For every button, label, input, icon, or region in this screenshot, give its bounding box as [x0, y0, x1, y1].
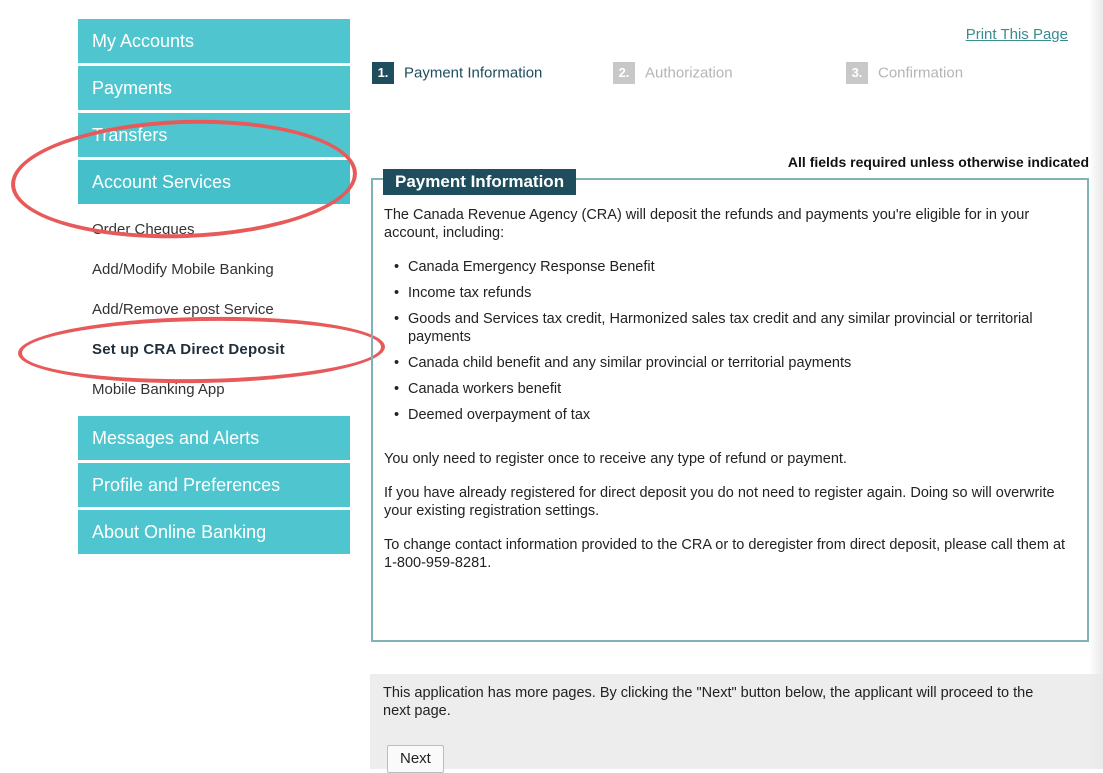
submenu-item-epost[interactable]: Add/Remove epost Service	[78, 290, 350, 330]
navigation-footer: This application has more pages. By clic…	[370, 674, 1103, 773]
list-item: Canada Emergency Response Benefit	[394, 258, 1074, 276]
payment-information-body: The Canada Revenue Agency (CRA) will dep…	[384, 206, 1074, 588]
print-page-link[interactable]: Print This Page	[966, 26, 1068, 43]
sidebar-item-account-services[interactable]: Account Services	[78, 160, 350, 204]
scroll-edge-shadow	[1089, 0, 1103, 769]
more-pages-note: This application has more pages. By clic…	[383, 685, 1034, 719]
sidebar-nav: My Accounts Payments Transfers Account S…	[78, 19, 350, 557]
list-item: Goods and Services tax credit, Harmonize…	[394, 310, 1074, 346]
intro-paragraph: The Canada Revenue Agency (CRA) will dep…	[384, 207, 1030, 241]
step-label: Authorization	[645, 64, 733, 82]
sidebar-item-profile-preferences[interactable]: Profile and Preferences	[78, 463, 350, 507]
step-confirmation: 3. Confirmation	[846, 62, 963, 84]
list-item: Deemed overpayment of tax	[394, 406, 1074, 424]
step-payment-information: 1. Payment Information	[372, 62, 542, 84]
change-contact-paragraph: To change contact information provided t…	[384, 537, 1066, 571]
step-number-badge: 1.	[372, 62, 394, 84]
list-item: Canada workers benefit	[394, 380, 1074, 398]
step-authorization: 2. Authorization	[613, 62, 733, 84]
eligible-payments-list: Canada Emergency Response Benefit Income…	[384, 258, 1074, 424]
step-number-badge: 2.	[613, 62, 635, 84]
required-fields-note: All fields required unless otherwise ind…	[787, 154, 1089, 170]
submenu-item-cra-direct-deposit[interactable]: Set up CRA Direct Deposit	[78, 330, 350, 370]
already-registered-paragraph: If you have already registered for direc…	[384, 485, 1055, 519]
section-legend: Payment Information	[383, 169, 577, 195]
register-once-paragraph: You only need to register once to receiv…	[384, 451, 847, 467]
sidebar-item-payments[interactable]: Payments	[78, 66, 350, 110]
sidebar-item-about-online-banking[interactable]: About Online Banking	[78, 510, 350, 554]
payment-information-box: Payment Information The Canada Revenue A…	[371, 169, 1089, 642]
step-number-badge: 3.	[846, 62, 868, 84]
submenu-item-order-cheques[interactable]: Order Cheques	[78, 210, 350, 250]
step-label: Payment Information	[404, 64, 543, 82]
submenu-item-mobile-banking-app[interactable]: Mobile Banking App	[78, 370, 350, 410]
sidebar-item-my-accounts[interactable]: My Accounts	[78, 19, 350, 63]
list-item: Canada child benefit and any similar pro…	[394, 354, 1074, 372]
sidebar-item-messages-alerts[interactable]: Messages and Alerts	[78, 416, 350, 460]
sidebar-item-transfers[interactable]: Transfers	[78, 113, 350, 157]
submenu-item-mobile-banking[interactable]: Add/Modify Mobile Banking	[78, 250, 350, 290]
step-label: Confirmation	[878, 64, 964, 82]
account-services-submenu: Order Cheques Add/Modify Mobile Banking …	[78, 210, 350, 410]
list-item: Income tax refunds	[394, 284, 1074, 302]
